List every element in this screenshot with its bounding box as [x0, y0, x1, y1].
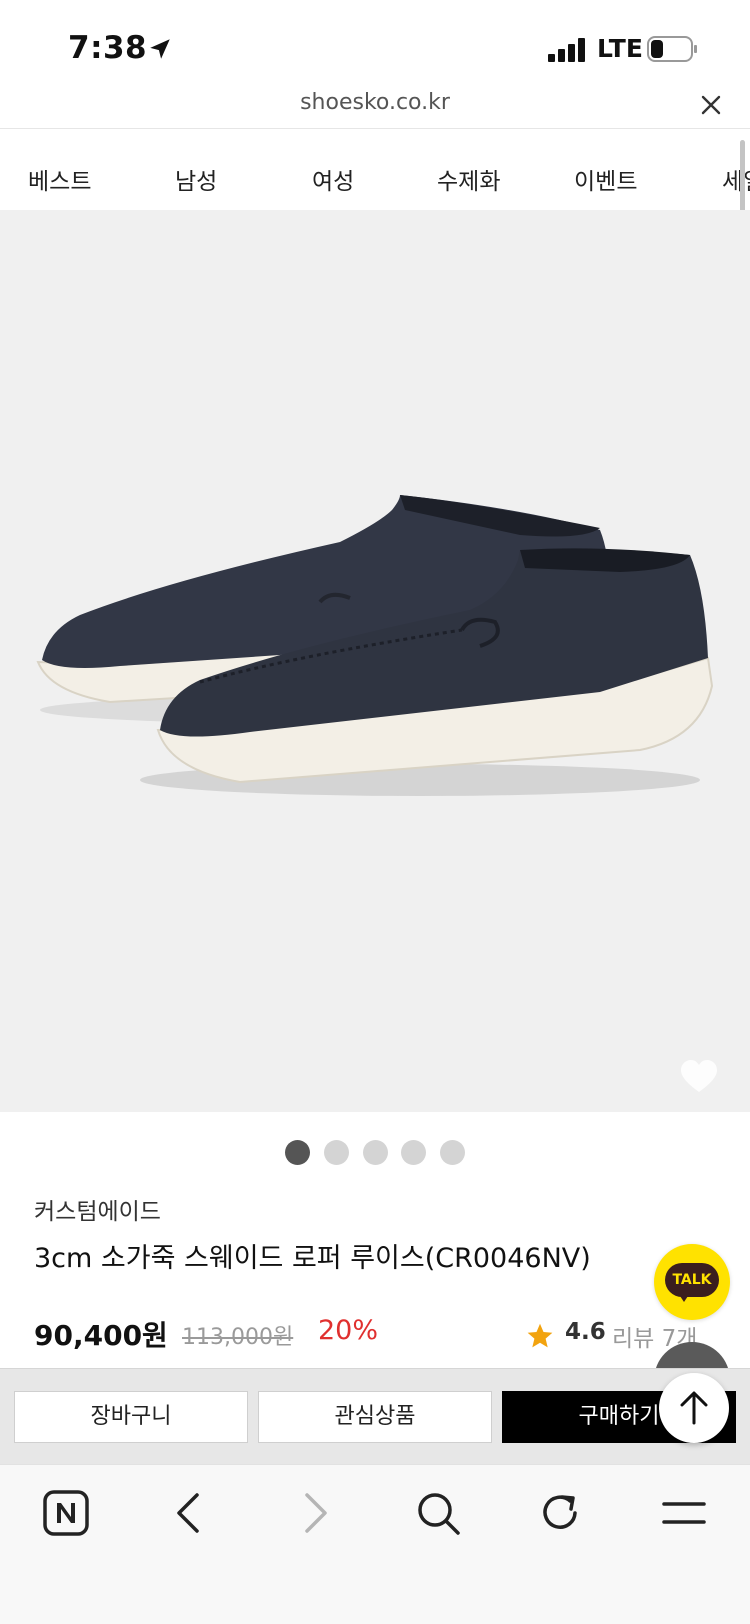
product-title: 3cm 소가죽 스웨이드 로퍼 루이스(CR0046NV): [34, 1243, 591, 1274]
status-bar: 7:38 LTE: [0, 0, 750, 96]
browser-toolbar: [0, 1464, 750, 1624]
product-brand[interactable]: 커스텀에이드: [34, 1192, 161, 1226]
carousel-dot[interactable]: [363, 1140, 388, 1165]
carousel-dot[interactable]: [285, 1140, 310, 1165]
cart-button[interactable]: 장바구니: [14, 1391, 248, 1443]
status-time: 7:38: [68, 30, 148, 66]
original-price: 113,000원: [182, 1325, 294, 1350]
url-text: shoesko.co.kr: [300, 90, 450, 115]
nav-item-men[interactable]: 남성: [175, 162, 217, 196]
scroll-to-top-button[interactable]: [659, 1373, 729, 1443]
product-image[interactable]: [0, 210, 750, 1112]
talk-bubble-tail: [678, 1293, 690, 1302]
battery-icon: [647, 36, 697, 62]
carousel-dot[interactable]: [324, 1140, 349, 1165]
star-icon: [527, 1323, 553, 1348]
forward-icon[interactable]: [290, 1489, 338, 1537]
carousel-dot[interactable]: [401, 1140, 426, 1165]
refresh-icon[interactable]: [536, 1489, 584, 1537]
carousel-dot[interactable]: [440, 1140, 465, 1165]
shoe-illustration: [36, 495, 714, 796]
signal-icon: [548, 38, 585, 62]
rating-score: 4.6: [565, 1319, 606, 1345]
menu-icon[interactable]: [660, 1489, 708, 1537]
kakao-talk-button[interactable]: TALK: [654, 1244, 730, 1320]
discount-rate: 20%: [318, 1315, 379, 1346]
naver-icon[interactable]: [42, 1489, 90, 1537]
heart-icon[interactable]: [680, 1060, 718, 1094]
close-icon[interactable]: [698, 92, 724, 118]
network-type: LTE: [597, 34, 643, 63]
search-icon[interactable]: [414, 1489, 462, 1537]
purchase-action-bar: 장바구니 관심상품 구매하기: [0, 1368, 750, 1465]
category-nav: 베스트 남성 여성 수제화 이벤트 세일: [0, 146, 750, 210]
wishlist-button[interactable]: 관심상품: [258, 1391, 492, 1443]
url-bar[interactable]: shoesko.co.kr: [0, 84, 750, 129]
product-price: 90,400원: [34, 1319, 168, 1352]
nav-item-best[interactable]: 베스트: [28, 162, 91, 196]
nav-item-handmade[interactable]: 수제화: [437, 162, 500, 196]
nav-item-sale[interactable]: 세일: [722, 162, 750, 196]
talk-label: TALK: [665, 1263, 719, 1297]
back-icon[interactable]: [166, 1489, 214, 1537]
nav-item-event[interactable]: 이벤트: [574, 162, 637, 196]
location-arrow-icon: [150, 39, 170, 59]
arrow-up-icon: [680, 1391, 708, 1425]
nav-item-women[interactable]: 여성: [312, 162, 354, 196]
